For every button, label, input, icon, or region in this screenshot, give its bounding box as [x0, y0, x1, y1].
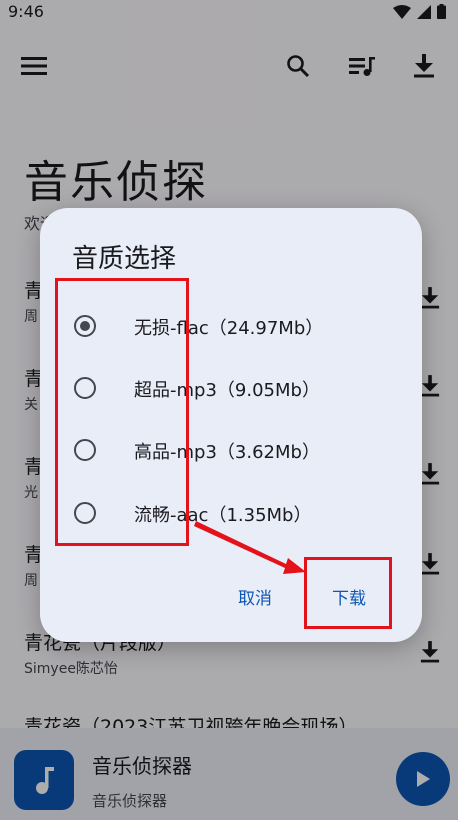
annotation-arrow — [194, 521, 306, 574]
app-screen: 9:46 音乐侦探 欢迎 青 周 青 关 青 光 青 周 青花瓷（片段版） Si… — [0, 0, 458, 820]
